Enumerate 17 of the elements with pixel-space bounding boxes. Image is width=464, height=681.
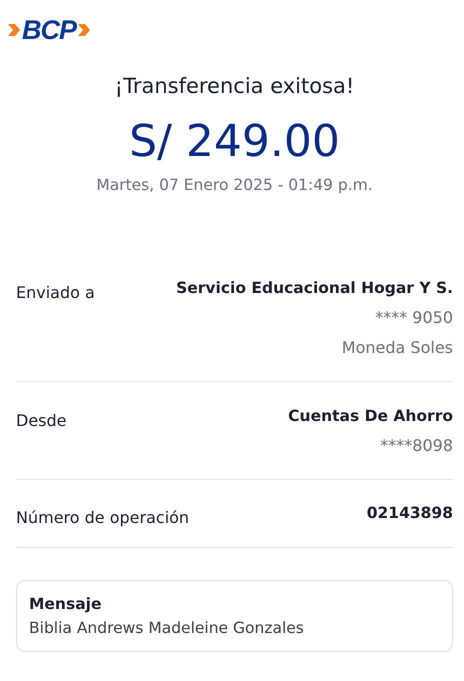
success-title: ¡Transferencia exitosa! xyxy=(114,74,356,98)
detail-value: Cuentas De Ahorro xyxy=(288,407,453,425)
detail-value: 02143898 xyxy=(366,504,453,522)
detail-line: ****8098 xyxy=(380,436,453,455)
detail-label: Desde xyxy=(16,410,66,430)
message-text: Biblia Andrews Madeleine Gonzales xyxy=(29,619,304,637)
detail-label: Número de operación xyxy=(16,507,190,527)
chevron-icon xyxy=(77,22,92,38)
message-label: Mensaje xyxy=(29,595,102,613)
detail-line: **** 9050 xyxy=(375,308,453,327)
detail-value: Servicio Educacional Hogar Y S. xyxy=(176,279,453,297)
detail-label: Enviado a xyxy=(16,282,95,302)
logo-text: BCP xyxy=(22,14,76,46)
amount: S/ 249.00 xyxy=(128,115,341,169)
chevron-icon xyxy=(7,22,21,38)
detail-line: Moneda Soles xyxy=(342,338,453,357)
date-time: Martes, 07 Enero 2025 - 01:49 p.m. xyxy=(95,176,374,194)
